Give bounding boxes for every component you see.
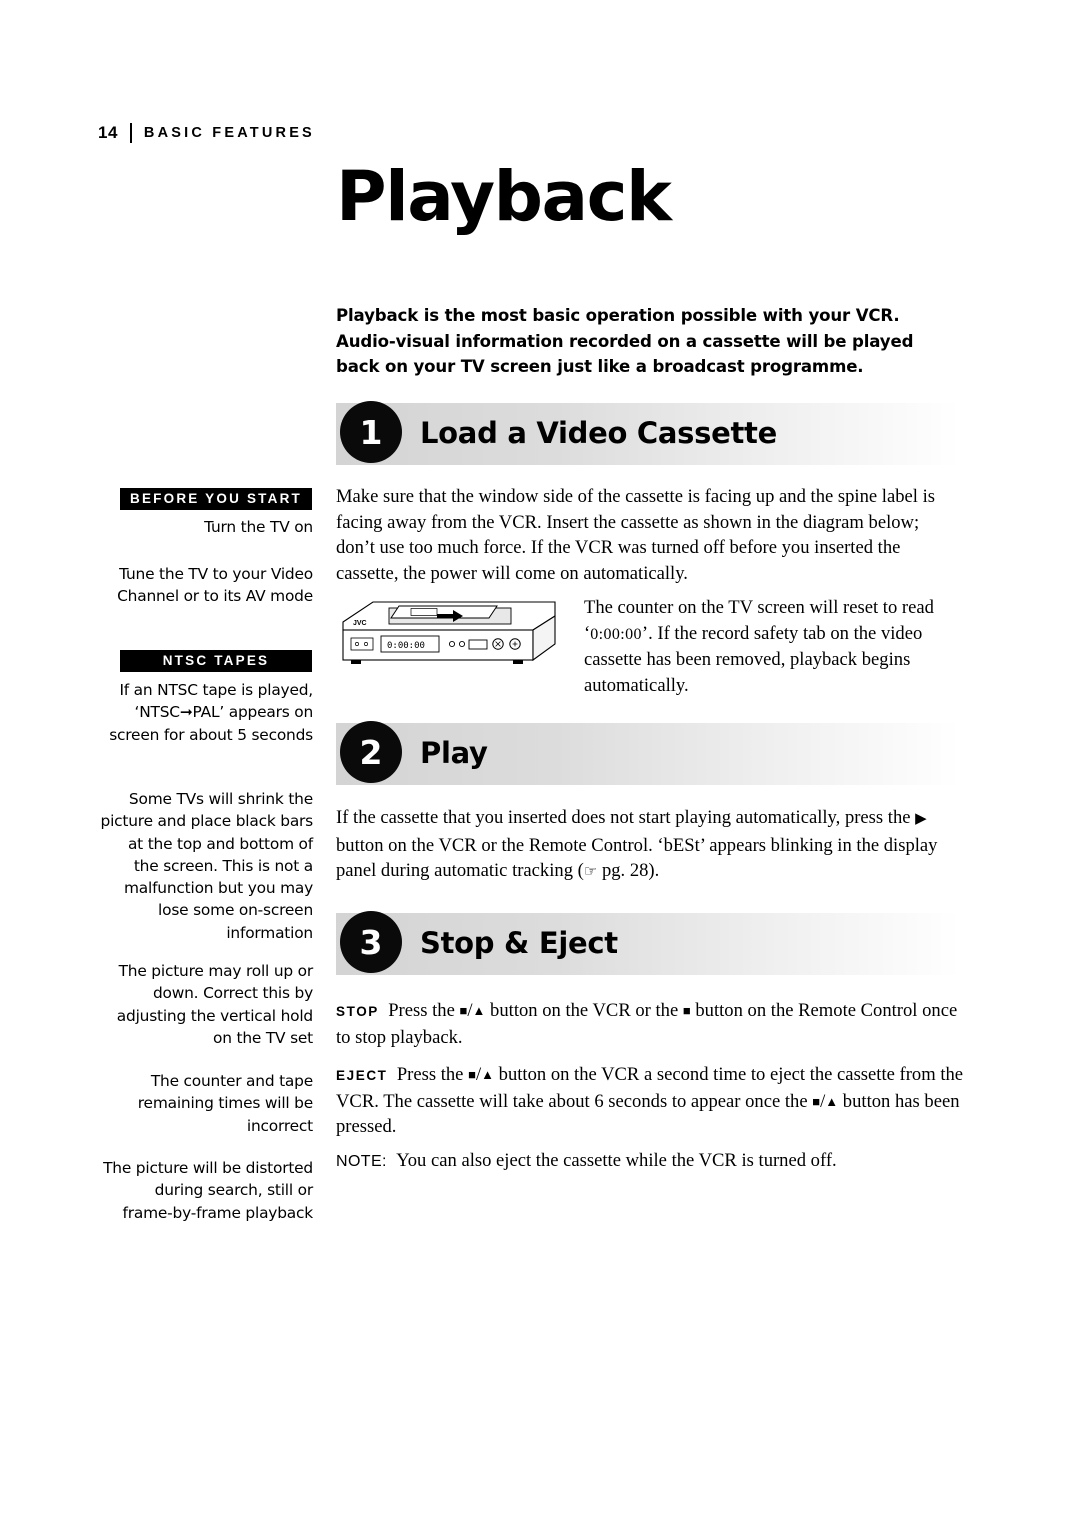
sidebar-note-4: Some TVs will shrink the picture and pla…	[100, 790, 314, 942]
vcr-illustration: JVC 0:00:00	[337, 596, 561, 676]
page-header: 14 BASIC FEATURES	[98, 122, 315, 144]
eject-label: EJECT	[336, 1068, 388, 1083]
eject-triangle-icon-3: ▲	[825, 1093, 839, 1109]
step-label-1: Load a Video Cassette	[420, 416, 777, 450]
step-banner-3: 3 Stop & Eject	[336, 911, 960, 975]
step-banner-2: 2 Play	[336, 721, 960, 785]
manual-page: 14 BASIC FEATURES Playback Playback is t…	[0, 0, 1080, 1528]
note-label: NOTE:	[336, 1153, 387, 1170]
before-you-start-tag: BEFORE YOU START	[120, 488, 312, 510]
step-number-1: 1	[340, 401, 402, 463]
stop-text-b: button on the VCR or the	[485, 1000, 683, 1021]
page-number: 14	[98, 123, 118, 142]
step-label-2: Play	[420, 736, 488, 770]
stop-square-icon: ■	[459, 1003, 468, 1018]
sidebar-note-1: Turn the TV on	[204, 518, 313, 536]
stop-paragraph: STOP Press the ■/▲ button on the VCR or …	[336, 1000, 958, 1048]
step-banner-1: 1 Load a Video Cassette	[336, 401, 960, 465]
step-number-3: 3	[340, 911, 402, 973]
svg-text:JVC: JVC	[353, 620, 367, 627]
stop-square-icon-2: ■	[682, 1003, 691, 1018]
stop-square-icon-4: ■	[812, 1093, 821, 1109]
eject-triangle-icon-2: ▲	[481, 1067, 494, 1082]
sidebar-note-3: If an NTSC tape is played, ‘NTSC➞PAL’ ap…	[109, 681, 313, 744]
sidebar-note-6: The counter and tape remaining times wil…	[137, 1072, 313, 1135]
page-title: Playback	[336, 157, 672, 237]
sidebar-note-7: The picture will be distorted during sea…	[103, 1159, 313, 1222]
counter-value: 0:00:00	[590, 625, 642, 643]
step1-paragraph: Make sure that the window side of the ca…	[336, 486, 935, 585]
eject-triangle-icon: ▲	[472, 1003, 486, 1018]
pointing-hand-icon: ☞	[583, 862, 598, 881]
svg-text:0:00:00: 0:00:00	[387, 641, 425, 651]
counter-paragraph: The counter on the TV screen will reset …	[584, 595, 960, 699]
stop-square-icon-3: ■	[468, 1067, 476, 1082]
note-paragraph: NOTE: You can also eject the cassette wh…	[336, 1148, 960, 1175]
intro-paragraph: Playback is the most basic operation pos…	[336, 306, 914, 376]
play-icon: ▶	[915, 811, 927, 827]
eject-paragraph: EJECT Press the ■/▲ button on the VCR a …	[336, 1064, 964, 1138]
header-divider	[129, 123, 132, 143]
step2-text-a: If the cassette that you inserted does n…	[336, 807, 916, 828]
stop-text-a: Press the	[388, 1000, 460, 1021]
step-number-2: 2	[340, 721, 402, 783]
stop-label: STOP	[336, 1004, 379, 1019]
section-title: BASIC FEATURES	[143, 125, 315, 141]
eject-text-a: Press the	[396, 1064, 469, 1085]
step2-page-ref: pg. 28).	[597, 860, 660, 882]
ntsc-tapes-tag: NTSC TAPES	[120, 650, 312, 672]
step-label-3: Stop & Eject	[420, 926, 618, 960]
step2-paragraph: If the cassette that you inserted does n…	[336, 805, 964, 885]
sidebar-note-2: Tune the TV to your Video Channel or to …	[117, 565, 313, 606]
note-text: You can also eject the cassette while th…	[396, 1150, 837, 1171]
sidebar-note-5: The picture may roll up or down. Correct…	[116, 962, 313, 1047]
